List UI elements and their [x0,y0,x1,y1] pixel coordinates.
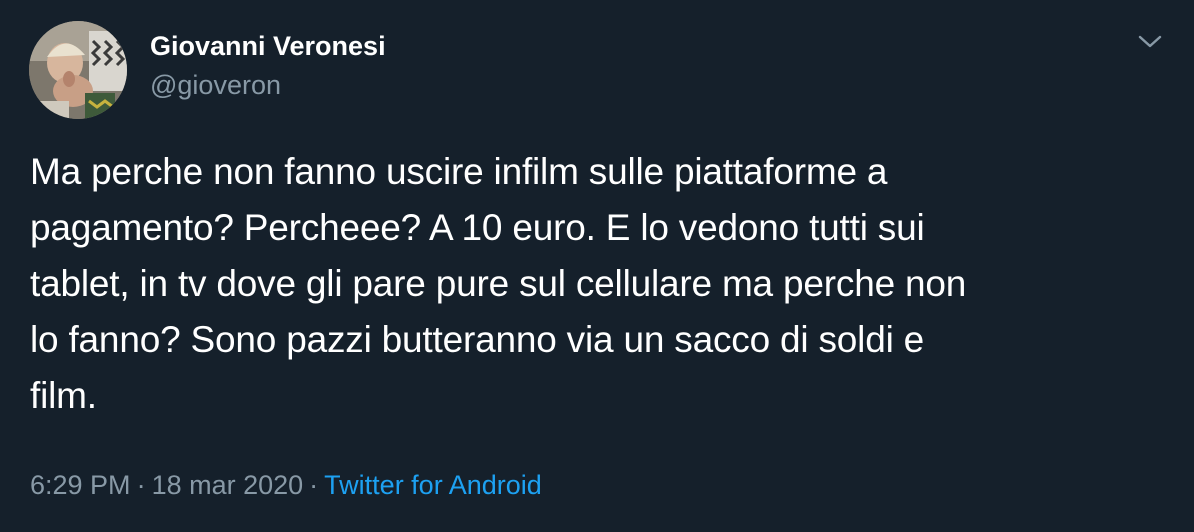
chevron-down-icon[interactable] [1134,28,1166,56]
tweet-text: Ma perche non fanno uscire infilm sulle … [30,151,967,416]
tweet-meta: 6:29 PM · 18 mar 2020 · Twitter for Android [30,470,542,501]
author-handle[interactable]: @gioveron [150,70,281,101]
meta-separator: · [309,470,319,500]
tweet-time[interactable]: 6:29 PM [30,470,131,500]
meta-separator: · [136,470,146,500]
avatar-photo [29,21,127,119]
author-name[interactable]: Giovanni Veronesi [150,31,386,62]
tweet-date[interactable]: 18 mar 2020 [152,470,304,500]
tweet-source-link[interactable]: Twitter for Android [324,470,542,500]
tweet-card: Giovanni Veronesi @gioveron Ma perche no… [0,0,1194,532]
avatar[interactable] [29,21,127,119]
